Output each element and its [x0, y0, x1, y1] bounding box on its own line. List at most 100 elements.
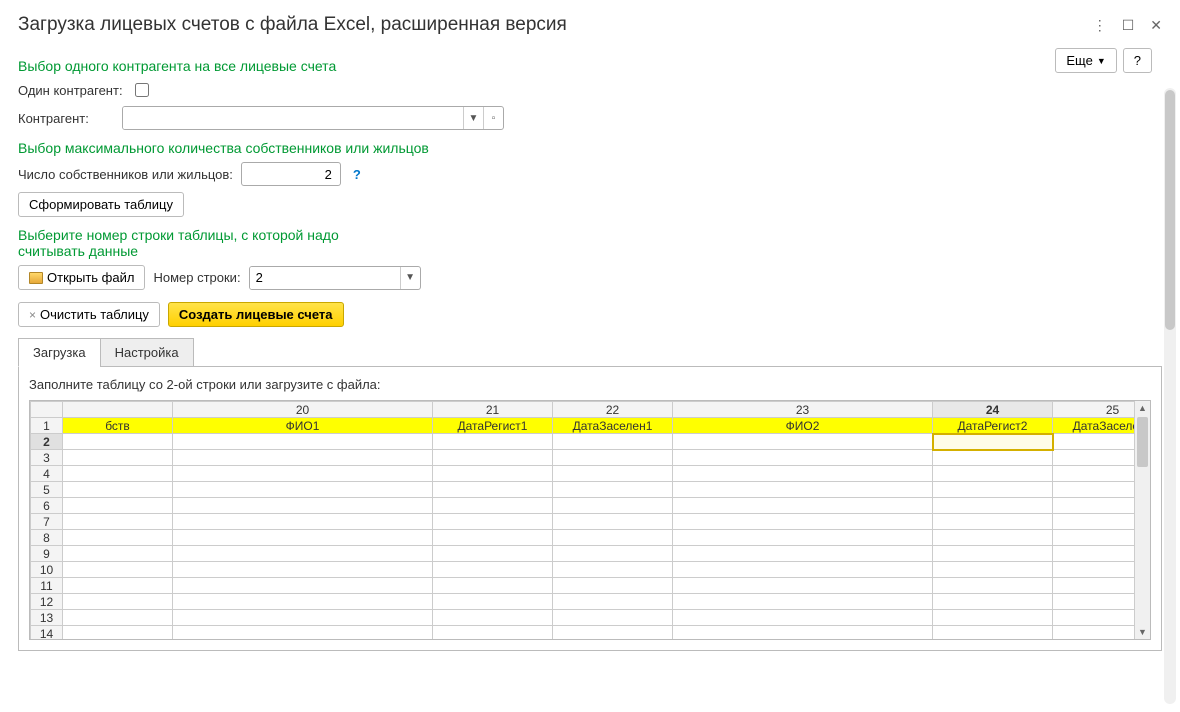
kebab-menu-icon[interactable]: ⋮: [1093, 17, 1106, 34]
counterparty-combo[interactable]: ▼ ▫: [122, 106, 504, 130]
grid-cell[interactable]: [63, 466, 173, 482]
grid-cell[interactable]: [673, 530, 933, 546]
grid-cell[interactable]: [63, 530, 173, 546]
grid-row-header[interactable]: 4: [31, 466, 63, 482]
grid-col-header[interactable]: [63, 402, 173, 418]
tab-settings[interactable]: Настройка: [100, 338, 194, 367]
grid-cell[interactable]: [433, 626, 553, 640]
grid-row-header[interactable]: 11: [31, 578, 63, 594]
grid-cell[interactable]: [553, 546, 673, 562]
grid-row-header[interactable]: 12: [31, 594, 63, 610]
grid-cell[interactable]: [63, 546, 173, 562]
maximize-icon[interactable]: ☐: [1122, 17, 1135, 34]
grid-cell[interactable]: [1053, 594, 1135, 610]
grid-field-header[interactable]: ДатаРегист1: [433, 418, 553, 434]
grid-cell[interactable]: [433, 562, 553, 578]
grid-cell[interactable]: [673, 578, 933, 594]
grid-cell[interactable]: [63, 498, 173, 514]
scroll-thumb[interactable]: [1137, 417, 1148, 467]
grid-cell[interactable]: [553, 562, 673, 578]
page-scroll-thumb[interactable]: [1165, 90, 1175, 330]
scroll-up-icon[interactable]: ▲: [1135, 401, 1150, 415]
owner-count-input[interactable]: [241, 162, 341, 186]
help-button[interactable]: ?: [1123, 48, 1152, 73]
clear-table-button[interactable]: × Очистить таблицу: [18, 302, 160, 327]
grid-row-header[interactable]: 5: [31, 482, 63, 498]
grid-col-header[interactable]: 25: [1053, 402, 1135, 418]
grid-cell[interactable]: [673, 562, 933, 578]
grid-cell[interactable]: [1053, 626, 1135, 640]
grid-cell[interactable]: [553, 514, 673, 530]
grid-cell[interactable]: [933, 434, 1053, 450]
grid-cell[interactable]: [63, 626, 173, 640]
grid-cell[interactable]: [673, 434, 933, 450]
grid-cell[interactable]: [1053, 578, 1135, 594]
grid-cell[interactable]: [63, 450, 173, 466]
grid-cell[interactable]: [63, 578, 173, 594]
grid-field-header[interactable]: ФИО2: [673, 418, 933, 434]
create-accounts-button[interactable]: Создать лицевые счета: [168, 302, 344, 327]
grid-cell[interactable]: [173, 466, 433, 482]
help-icon[interactable]: ?: [353, 167, 361, 182]
grid-cell[interactable]: [1053, 610, 1135, 626]
grid-col-header[interactable]: 23: [673, 402, 933, 418]
row-number-input[interactable]: [250, 267, 400, 289]
grid-col-header[interactable]: 22: [553, 402, 673, 418]
grid-field-header[interactable]: ДатаЗаселен1: [553, 418, 673, 434]
grid-cell[interactable]: [433, 450, 553, 466]
grid-row-header[interactable]: 14: [31, 626, 63, 640]
grid-cell[interactable]: [1053, 530, 1135, 546]
grid-cell[interactable]: [433, 546, 553, 562]
grid-cell[interactable]: [173, 530, 433, 546]
grid-cell[interactable]: [1053, 434, 1135, 450]
grid-cell[interactable]: [433, 482, 553, 498]
grid-cell[interactable]: [933, 514, 1053, 530]
grid-field-header[interactable]: ДатаЗаселен2: [1053, 418, 1135, 434]
grid-cell[interactable]: [553, 610, 673, 626]
grid-field-header[interactable]: ФИО1: [173, 418, 433, 434]
grid-cell[interactable]: [173, 498, 433, 514]
grid-cell[interactable]: [673, 498, 933, 514]
grid-cell[interactable]: [433, 610, 553, 626]
grid-cell[interactable]: [63, 562, 173, 578]
grid-cell[interactable]: [433, 578, 553, 594]
grid-cell[interactable]: [933, 530, 1053, 546]
grid-cell[interactable]: [673, 626, 933, 640]
grid-cell[interactable]: [63, 594, 173, 610]
grid-field-header[interactable]: ДатаРегист2: [933, 418, 1053, 434]
grid-cell[interactable]: [673, 466, 933, 482]
grid-cell[interactable]: [1053, 498, 1135, 514]
grid-cell[interactable]: [63, 610, 173, 626]
grid-cell[interactable]: [553, 578, 673, 594]
grid-cell[interactable]: [173, 450, 433, 466]
grid-cell[interactable]: [173, 482, 433, 498]
grid-cell[interactable]: [1053, 482, 1135, 498]
grid-cell[interactable]: [553, 450, 673, 466]
grid-cell[interactable]: [933, 626, 1053, 640]
grid-cell[interactable]: [173, 626, 433, 640]
grid-cell[interactable]: [1053, 514, 1135, 530]
grid-cell[interactable]: [933, 450, 1053, 466]
grid-row-header[interactable]: 10: [31, 562, 63, 578]
grid-cell[interactable]: [553, 434, 673, 450]
grid-cell[interactable]: [553, 530, 673, 546]
grid-cell[interactable]: [173, 578, 433, 594]
grid-corner[interactable]: [31, 402, 63, 418]
grid-cell[interactable]: [173, 562, 433, 578]
grid-cell[interactable]: [673, 514, 933, 530]
grid-cell[interactable]: [933, 578, 1053, 594]
one-counterparty-checkbox[interactable]: [135, 83, 149, 97]
grid-row-header[interactable]: 2: [31, 434, 63, 450]
grid-cell[interactable]: [673, 450, 933, 466]
grid-cell[interactable]: [173, 546, 433, 562]
grid-col-header[interactable]: 20: [173, 402, 433, 418]
grid-cell[interactable]: [553, 626, 673, 640]
chevron-down-icon[interactable]: ▼: [463, 107, 483, 129]
close-icon[interactable]: ✕: [1150, 17, 1162, 34]
grid-cell[interactable]: [673, 594, 933, 610]
grid-cell[interactable]: [1053, 466, 1135, 482]
grid-cell[interactable]: [553, 466, 673, 482]
grid-row-header[interactable]: 8: [31, 530, 63, 546]
grid-cell[interactable]: [933, 594, 1053, 610]
grid-cell[interactable]: [933, 610, 1053, 626]
